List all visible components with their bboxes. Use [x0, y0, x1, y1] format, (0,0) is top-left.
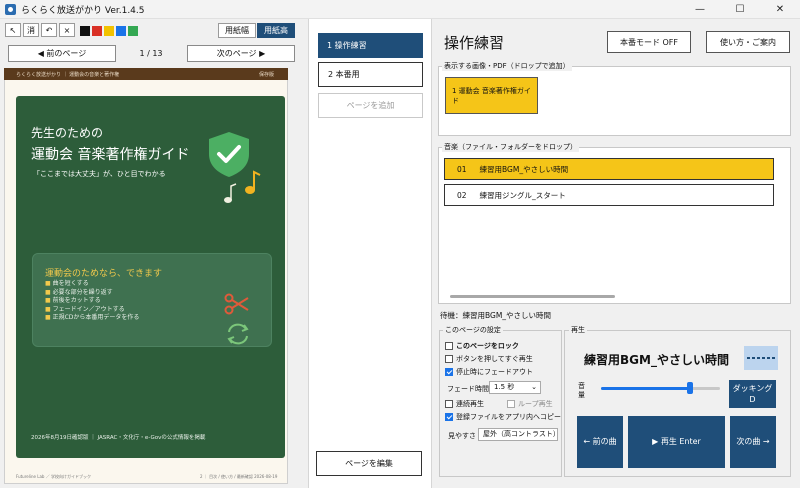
volume-thumb[interactable] — [687, 382, 694, 394]
document-footnote: 2026年8月19日確認版 ｜ JASRAC・文化庁・e-Govの公式情報を掲載 — [31, 435, 206, 441]
color-swatch-green[interactable] — [128, 26, 138, 36]
lock-page-option[interactable]: このページをロック — [445, 341, 519, 351]
color-swatch-yellow[interactable] — [104, 26, 114, 36]
paper-width-button[interactable]: 用紙幅 — [218, 23, 256, 38]
ducking-button[interactable]: ダッキング D — [729, 380, 776, 408]
now-playing-title: 練習用BGM_やさしい時間 — [584, 353, 729, 367]
feature-item: ■ フェードイン／アウトする — [45, 305, 125, 313]
music-section-label: 音楽（ファイル・フォルダーをドロップ） — [442, 142, 579, 152]
help-button[interactable]: 使い方・ご案内 — [706, 31, 790, 53]
document-title-line2: 運動会 音楽著作権ガイド — [31, 147, 190, 163]
page-indicator: 1 / 13 — [139, 49, 163, 58]
track-number: 02 — [457, 190, 467, 200]
color-swatch-red[interactable] — [92, 26, 102, 36]
scissors-icon — [224, 293, 249, 315]
document-title-line1: 先生のための — [31, 126, 104, 140]
prev-song-button[interactable]: ← 前の曲 — [577, 416, 623, 468]
loop-play-option[interactable]: ループ再生 — [507, 399, 553, 409]
loop-play-checkbox[interactable] — [507, 400, 515, 408]
feature-item: ■ 正規CDから本番用データを作る — [45, 314, 140, 321]
track-number: 01 — [457, 164, 467, 174]
next-song-button[interactable]: 次の曲 → — [730, 416, 776, 468]
document-footer-left: Futureline Lab ／ 学校向けガイドブック — [16, 474, 91, 479]
volume-slider[interactable] — [601, 382, 720, 394]
volume-fill — [601, 387, 691, 390]
music-list-scrollbar[interactable] — [450, 295, 615, 298]
fade-time-label: フェード時間 — [447, 385, 489, 393]
level-meter-icon — [747, 357, 775, 359]
continuous-play-checkbox[interactable] — [445, 400, 453, 408]
play-button[interactable]: ▶ 再生 Enter — [628, 416, 725, 468]
chevron-down-icon: ⌄ — [531, 383, 537, 391]
track-name: 練習用BGM_やさしい時間 — [479, 164, 569, 174]
app-icon — [5, 3, 16, 15]
add-page-button[interactable]: ページを追加 — [318, 93, 423, 118]
repeat-icon — [227, 323, 249, 345]
paper-height-button[interactable]: 用紙高 — [257, 23, 295, 38]
feature-item: ■ 曲を短くする — [45, 280, 89, 287]
instant-play-checkbox[interactable] — [445, 355, 453, 363]
copy-files-option[interactable]: 登録ファイルをアプリ内へコピー — [445, 412, 561, 422]
feature-title: 運動会のためなら、できます — [45, 269, 163, 279]
feature-item: ■ 必要な部分を繰り返す — [45, 288, 113, 296]
pointer-tool-button[interactable]: ↖ — [5, 23, 21, 37]
edit-page-button[interactable]: ページを編集 — [316, 451, 422, 476]
volume-label: 音量 — [578, 382, 585, 399]
continuous-play-option[interactable]: 連続再生 — [445, 399, 484, 409]
close-window-button[interactable]: ✕ — [760, 0, 800, 19]
document-header-bar: らくらく放送がかり ｜ 運動会の音楽と著作権 保存版 — [4, 68, 288, 80]
view-mode-select[interactable]: 屋外（高コントラスト） — [478, 428, 560, 441]
fade-on-stop-checkbox[interactable] — [445, 368, 453, 376]
live-mode-button[interactable]: 本番モード OFF — [607, 31, 691, 53]
track-row-1[interactable]: 01 練習用BGM_やさしい時間 — [444, 158, 774, 180]
music-note-icon — [224, 170, 261, 203]
title-bar: らくらく放送がかり Ver.1.4.5 — ☐ ✕ — [0, 0, 800, 19]
window-title: らくらく放送がかり Ver.1.4.5 — [21, 5, 145, 16]
settings-label: このページの設定 — [443, 325, 503, 335]
copy-files-checkbox[interactable] — [445, 413, 453, 421]
eraser-tool-button[interactable]: 消 — [23, 23, 39, 37]
status-text: 待機：練習用BGM_やさしい時間 — [440, 311, 552, 320]
prev-page-button[interactable]: ◀ 前のページ — [8, 45, 116, 62]
maximize-button[interactable]: ☐ — [720, 0, 760, 19]
document-header-tag: 保存版 — [258, 71, 274, 78]
fade-time-select[interactable]: 1.5 秒 ⌄ — [489, 381, 541, 394]
playback-label: 再生 — [569, 325, 587, 335]
image-section-label: 表示する画像・PDF（ドロップで追加） — [442, 61, 572, 71]
level-meter — [744, 346, 778, 370]
color-swatch-blue[interactable] — [116, 26, 126, 36]
app-window: らくらく放送がかり Ver.1.4.5 — ☐ ✕ ↖ 消 ↶ × 用紙幅 用紙… — [0, 0, 800, 488]
page-item-2[interactable]: 2 本番用 — [318, 62, 423, 87]
track-name: 練習用ジングル_スタート — [479, 190, 566, 200]
page-title: 操作練習 — [444, 34, 505, 52]
undo-tool-button[interactable]: ↶ — [41, 23, 57, 37]
image-item-card[interactable]: 1 運動会 音楽著作権ガイド — [445, 77, 538, 114]
feature-item: ■ 前後をカットする — [45, 297, 101, 304]
fade-on-stop-option[interactable]: 停止時にフェードアウト — [445, 367, 533, 377]
page-list-panel — [308, 19, 432, 488]
color-swatch-black[interactable] — [80, 26, 90, 36]
lock-page-checkbox[interactable] — [445, 342, 453, 350]
next-page-button[interactable]: 次のページ ▶ — [187, 45, 295, 62]
document-header-text: らくらく放送がかり ｜ 運動会の音楽と著作権 — [16, 71, 120, 78]
view-mode-label: 見やすさ — [448, 432, 476, 440]
minimize-button[interactable]: — — [680, 0, 720, 19]
clear-tool-button[interactable]: × — [59, 23, 75, 37]
document-subtitle: 「ここまでは大丈夫」が、ひと目でわかる — [33, 170, 166, 178]
document-footer-right: 2 ｜ 目次 / 使い方 / 最新確認 2026-08-19 — [200, 474, 278, 479]
track-row-2[interactable]: 02 練習用ジングル_スタート — [444, 184, 774, 206]
feature-list: ■ 曲を短くする ■ 必要な部分を繰り返す ■ 前後をカットする ■ フェードイ… — [45, 280, 139, 323]
page-item-1[interactable]: 1 操作練習 — [318, 33, 423, 58]
instant-play-option[interactable]: ボタンを押してすぐ再生 — [445, 354, 533, 364]
